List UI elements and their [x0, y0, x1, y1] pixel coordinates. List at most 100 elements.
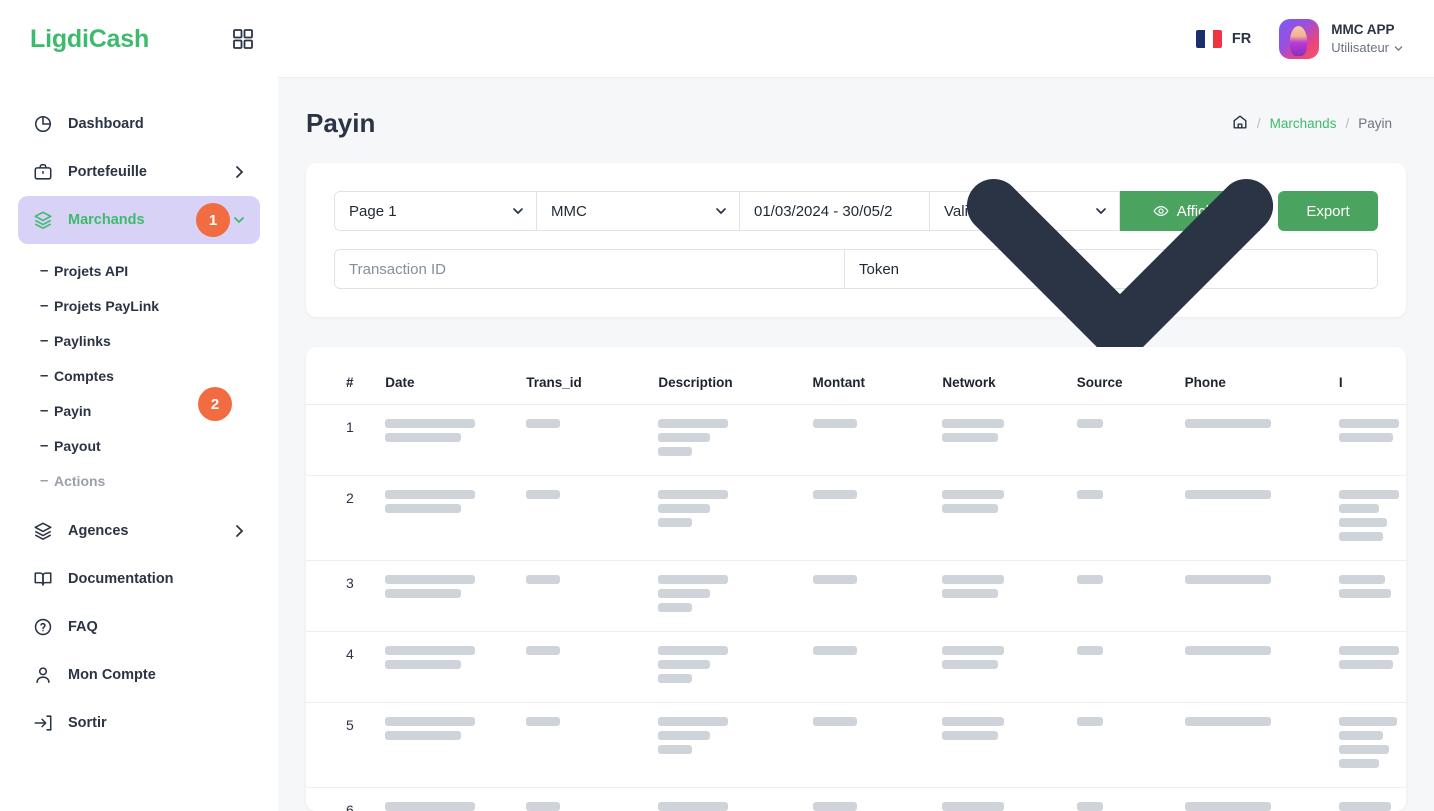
cell-description — [658, 631, 813, 703]
table-row[interactable]: 3 — [306, 560, 1406, 632]
merchant-select[interactable]: MMC — [537, 191, 740, 231]
cell-trans-id — [526, 787, 659, 811]
cell-description — [658, 702, 813, 788]
table-row[interactable]: 1 — [306, 404, 1406, 476]
chevron-down-icon — [234, 217, 244, 224]
cell-date — [385, 560, 527, 632]
column-header-description: Description — [658, 347, 813, 405]
logout-icon — [32, 712, 54, 734]
sidebar-item-mon-compte[interactable]: Mon Compte — [18, 651, 260, 699]
cell-montant — [812, 475, 943, 561]
column-header-network: Network — [942, 347, 1077, 405]
sidebar-item-projets-api[interactable]: – Projets API — [18, 253, 260, 288]
app-root: LigdiCash Dashboard Portefeuille Marchan… — [0, 0, 1434, 811]
sidebar-nav: Dashboard Portefeuille Marchands 1 – Pro… — [0, 78, 278, 811]
column-header-info: I — [1338, 347, 1406, 405]
language-switcher[interactable]: FR — [1195, 29, 1252, 48]
main-area: FR MMC APP Utilisateur Payin / Marchands… — [278, 0, 1434, 811]
transactions-table: # Date Trans_id Description Montant Netw… — [306, 347, 1406, 811]
table-body: 1 2 3 4 5 6 — [306, 404, 1406, 811]
cell-description: MMC — [658, 787, 813, 811]
sidebar-item-sortir[interactable]: Sortir — [18, 699, 260, 747]
briefcase-icon — [32, 161, 54, 183]
sidebar-subitem-label: Actions — [54, 472, 106, 489]
token-select[interactable]: Token — [845, 179, 1378, 371]
layers-icon — [32, 209, 54, 231]
sidebar: LigdiCash Dashboard Portefeuille Marchan… — [0, 0, 278, 811]
sidebar-item-label: Marchands — [68, 212, 145, 228]
sidebar-item-label: Portefeuille — [68, 164, 147, 180]
table-row[interactable]: 4 — [306, 631, 1406, 703]
table-head: # Date Trans_id Description Montant Netw… — [306, 347, 1406, 405]
cell-trans-id — [526, 475, 659, 561]
cell-date — [385, 475, 527, 561]
sidebar-subitem-label: Payout — [54, 437, 101, 454]
cell-info — [1338, 702, 1406, 788]
chevron-right-icon — [236, 525, 244, 537]
sidebar-item-marchands[interactable]: Marchands 1 — [18, 196, 260, 244]
sidebar-item-agences[interactable]: Agences — [18, 507, 260, 555]
user-icon — [32, 664, 54, 686]
cell-network — [942, 702, 1077, 788]
cell-source — [1076, 631, 1185, 703]
badge-marker-2: 2 — [198, 387, 232, 421]
table-row[interactable]: 6 15:58:16 MMC BURKINA — [306, 787, 1406, 811]
cell-trans-id — [526, 404, 659, 476]
pie-chart-icon — [32, 113, 54, 135]
dash-icon: – — [40, 297, 49, 314]
sidebar-item-payin[interactable]: – Payin 2 — [18, 387, 260, 428]
sidebar-item-label: Agences — [68, 523, 129, 539]
cell-network — [942, 560, 1077, 632]
cell-description — [658, 404, 813, 476]
cell-montant — [812, 702, 943, 788]
cell-source — [1076, 702, 1185, 788]
filters-row-2: Token — [334, 179, 1378, 371]
column-header-date: Date — [385, 347, 527, 405]
table-row[interactable]: 5 — [306, 702, 1406, 788]
cell-index: 4 — [306, 631, 386, 703]
dash-icon: – — [40, 262, 49, 279]
table-row[interactable]: 2 — [306, 475, 1406, 561]
sidebar-subitem-label: Paylinks — [54, 332, 111, 349]
cell-info — [1338, 404, 1406, 476]
sidebar-item-dashboard[interactable]: Dashboard — [18, 100, 260, 148]
sidebar-item-comptes[interactable]: – Comptes — [18, 358, 260, 393]
language-code: FR — [1231, 30, 1252, 47]
cell-phone — [1184, 560, 1339, 632]
badge-marker-1: 1 — [196, 203, 230, 237]
cell-index: 6 — [306, 787, 386, 811]
cell-network — [942, 404, 1077, 476]
transaction-id-input[interactable] — [334, 249, 845, 289]
sidebar-item-documentation[interactable]: Documentation — [18, 555, 260, 603]
sidebar-item-faq[interactable]: FAQ — [18, 603, 260, 651]
sidebar-item-portefeuille[interactable]: Portefeuille — [18, 148, 260, 196]
dash-icon: – — [40, 437, 49, 454]
date-range-value: 01/03/2024 - 30/05/2 — [754, 202, 893, 220]
sidebar-item-label: Mon Compte — [68, 667, 156, 683]
book-icon — [32, 568, 54, 590]
sidebar-item-actions[interactable]: – Actions — [18, 463, 260, 498]
cell-source — [1076, 560, 1185, 632]
page-select[interactable]: Page 1 — [334, 191, 537, 231]
cell-phone — [1184, 787, 1339, 811]
cell-description — [658, 560, 813, 632]
cell-montant — [812, 560, 943, 632]
sidebar-item-payout[interactable]: – Payout — [18, 428, 260, 463]
french-flag-icon — [1195, 29, 1222, 48]
cell-montant — [812, 631, 943, 703]
column-header-source: Source — [1076, 347, 1185, 405]
layers-icon — [32, 520, 54, 542]
cell-info — [1338, 475, 1406, 561]
sidebar-item-paylinks[interactable]: – Paylinks — [18, 323, 260, 358]
cell-trans-id — [526, 702, 659, 788]
sidebar-item-label: Dashboard — [68, 116, 144, 132]
grid-icon[interactable] — [232, 28, 254, 50]
cell-source — [1076, 404, 1185, 476]
question-circle-icon — [32, 616, 54, 638]
table-scroll[interactable]: # Date Trans_id Description Montant Netw… — [306, 347, 1406, 811]
cell-trans-id — [526, 631, 659, 703]
cell-date — [385, 702, 527, 788]
sidebar-item-projets-paylink[interactable]: – Projets PayLink — [18, 288, 260, 323]
cell-phone — [1184, 631, 1339, 703]
transactions-table-card: # Date Trans_id Description Montant Netw… — [306, 347, 1406, 811]
